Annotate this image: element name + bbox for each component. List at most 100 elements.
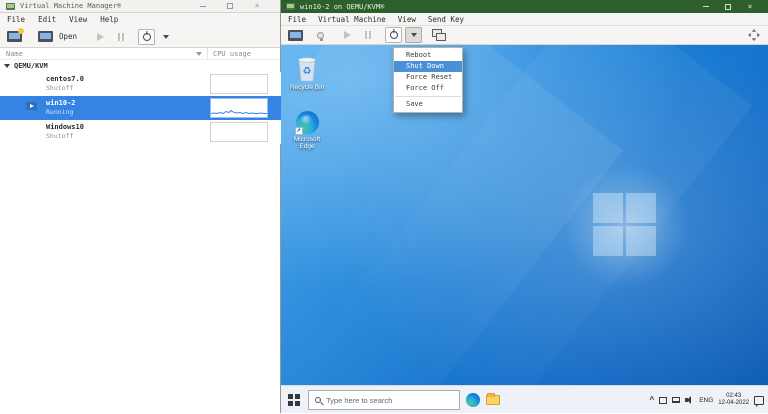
tray-chevron-icon[interactable]: ^ [650, 396, 655, 404]
cpu-usage-sparkline [211, 109, 267, 115]
close-icon[interactable]: × [252, 2, 262, 11]
snapshots-icon[interactable] [432, 29, 446, 41]
desktop-icon-label: Microsoft Edge [293, 136, 321, 150]
play-badge-icon [26, 102, 37, 110]
vmm-window-controls: × [198, 2, 274, 11]
vm-row-windows10[interactable]: Windows10 Shutoff [0, 120, 281, 144]
vmm-menu-view[interactable]: View [69, 15, 87, 24]
viewer-window-title: win10-2 on QEMU/KVM® [300, 2, 385, 11]
viewer-menu-virtual-machine[interactable]: Virtual Machine [318, 15, 386, 24]
network-icon[interactable] [672, 397, 681, 403]
run-icon[interactable] [344, 31, 351, 39]
column-header-name[interactable]: Name [6, 50, 23, 58]
shutdown-dropdown-menu: Reboot Shut Down Force Reset Force Off S… [393, 47, 463, 113]
column-divider [207, 48, 208, 60]
run-vm-icon[interactable] [97, 32, 105, 41]
cpu-usage-graph [210, 74, 268, 94]
caret-down-icon [410, 33, 417, 37]
pause-vm-icon[interactable] [118, 32, 125, 41]
power-icon [389, 31, 398, 39]
fullscreen-icon[interactable] [748, 29, 760, 41]
shutdown-dropdown-caret-icon[interactable] [163, 34, 170, 39]
windows-desktop[interactable]: ♻ Recycle Bin ↗ Microsoft Edge [281, 45, 768, 385]
connection-group-row[interactable]: QEMU/KVM [0, 60, 280, 72]
vmm-titlebar: Virtual Machine Manager® × [0, 0, 280, 13]
tray-status-icon[interactable] [659, 396, 668, 404]
shortcut-arrow-icon: ↗ [294, 127, 303, 135]
vm-running-icon [24, 101, 39, 113]
search-input[interactable] [326, 395, 453, 405]
cpu-usage-graph [210, 122, 268, 142]
taskbar-search[interactable] [308, 390, 460, 410]
desktop-icon-recycle-bin[interactable]: ♻ Recycle Bin [285, 55, 329, 91]
viewer-app-icon [286, 3, 295, 10]
new-vm-icon[interactable] [7, 28, 24, 42]
vmm-menu-file[interactable]: File [7, 15, 25, 24]
viewer-window-controls: × [701, 2, 763, 11]
viewer-menu-send-key[interactable]: Send Key [428, 15, 464, 24]
vm-list-header: Name CPU usage [0, 48, 280, 60]
expander-icon[interactable] [4, 64, 10, 68]
menu-item-force-off[interactable]: Force Off [394, 83, 462, 94]
connection-label: QEMU/KVM [14, 62, 48, 70]
vm-state: Running [46, 108, 74, 116]
vm-row-win10-2[interactable]: win10-2 Running [0, 96, 281, 120]
vmm-menu-edit[interactable]: Edit [38, 15, 56, 24]
search-icon [315, 397, 321, 403]
shutdown-dropdown-button[interactable] [405, 27, 422, 43]
menu-item-reboot[interactable]: Reboot [394, 50, 462, 61]
language-indicator[interactable]: ENG [699, 397, 713, 404]
minimize-icon[interactable] [701, 2, 711, 11]
maximize-icon[interactable] [723, 2, 733, 11]
menu-item-force-reset[interactable]: Force Reset [394, 72, 462, 83]
column-header-cpu[interactable]: CPU usage [213, 50, 251, 58]
maximize-icon[interactable] [225, 2, 235, 11]
vmm-toolbar: Open [0, 26, 280, 48]
sort-caret-icon [196, 52, 202, 56]
pause-icon[interactable] [365, 31, 371, 39]
cpu-usage-graph [210, 98, 268, 118]
shutdown-button[interactable] [385, 27, 402, 43]
taskbar-edge-icon[interactable] [466, 393, 480, 407]
viewer-window: win10-2 on QEMU/KVM® × File Virtual Mach… [281, 0, 768, 413]
menu-item-save[interactable]: Save [394, 99, 462, 110]
open-vm-icon[interactable] [38, 31, 53, 42]
minimize-icon[interactable] [198, 2, 208, 11]
notification-center-icon[interactable] [754, 395, 764, 407]
vmm-app-icon [6, 2, 15, 10]
clock-time: 02:43 [726, 393, 742, 399]
vm-state: Shutoff [46, 132, 74, 140]
vmm-menubar: File Edit View Help [0, 13, 280, 26]
taskbar-clock[interactable]: 02:43 12-04-2022 [718, 393, 749, 407]
desktop-icon-microsoft-edge[interactable]: ↗ Microsoft Edge [285, 111, 329, 150]
close-icon[interactable]: × [745, 2, 755, 11]
viewer-menubar: File Virtual Machine View Send Key [281, 13, 768, 26]
viewer-menu-file[interactable]: File [288, 15, 306, 24]
menu-separator [395, 96, 461, 97]
clock-date: 12-04-2022 [718, 400, 749, 406]
edge-icon: ↗ [294, 111, 319, 135]
hardware-details-icon[interactable] [317, 31, 324, 41]
vmm-menu-help[interactable]: Help [100, 15, 118, 24]
vm-state: Shutoff [46, 84, 74, 92]
recycle-bin-icon: ♻ [298, 57, 316, 82]
desktop-icon-label: Recycle Bin [289, 84, 325, 91]
viewer-menu-view[interactable]: View [398, 15, 416, 24]
vm-icon [24, 125, 39, 137]
open-button[interactable]: Open [59, 32, 77, 41]
vm-row-centos7[interactable]: centos7.0 Shutoff [0, 72, 281, 96]
menu-item-shut-down[interactable]: Shut Down [394, 61, 462, 72]
viewer-titlebar: win10-2 on QEMU/KVM® × [281, 0, 768, 13]
vmm-window: Virtual Machine Manager® × File Edit Vie… [0, 0, 281, 413]
shutdown-vm-button[interactable] [138, 28, 156, 45]
power-icon [142, 32, 151, 41]
system-tray: ^ ENG 02:43 12-04-2022 [650, 386, 764, 414]
taskbar-file-explorer-icon[interactable] [486, 393, 500, 405]
recycle-glyph: ♻ [303, 66, 312, 77]
start-button[interactable] [288, 394, 300, 406]
console-icon[interactable] [288, 29, 303, 41]
vm-name: centos7.0 [46, 75, 84, 83]
windows-logo [593, 193, 656, 256]
speaker-icon[interactable] [685, 396, 694, 404]
viewer-toolbar [281, 26, 768, 45]
